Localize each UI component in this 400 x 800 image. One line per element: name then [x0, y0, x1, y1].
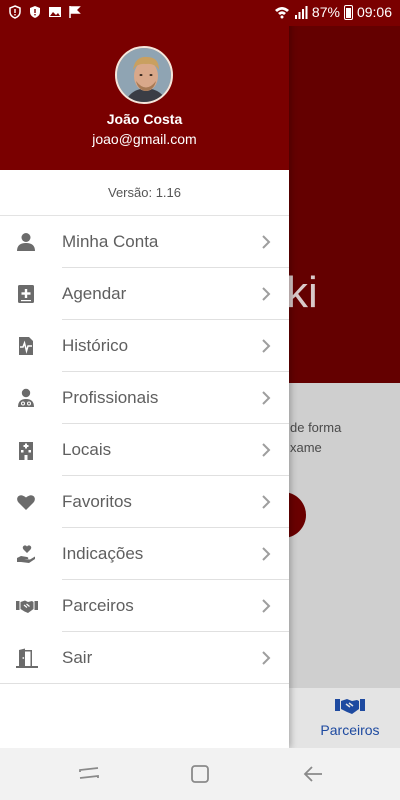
menu-item-label: Sair	[62, 648, 93, 667]
handshake-icon	[16, 600, 38, 613]
bottom-nav-label: Parceiros	[320, 722, 380, 738]
status-bar: 87% 09:06	[0, 0, 400, 26]
navigation-drawer: João Costa joao@gmail.com Versão: 1.16 M…	[0, 0, 289, 748]
chevron-right-icon	[262, 443, 271, 457]
menu-item-label: Indicações	[62, 544, 144, 563]
chevron-right-icon	[262, 495, 271, 509]
menu-item-minha-conta[interactable]: Minha Conta	[0, 216, 289, 268]
doctor-icon	[18, 388, 34, 407]
hospital-building-icon	[19, 442, 33, 460]
chevron-right-icon	[262, 235, 271, 249]
bottom-nav-item-parceiros[interactable]: Parceiros	[310, 692, 390, 746]
chevron-right-icon	[262, 599, 271, 613]
background-description: de forma xame	[290, 418, 400, 458]
menu-item-label: Parceiros	[62, 596, 134, 615]
back-icon[interactable]	[302, 764, 324, 784]
status-right: 87% 09:06	[274, 4, 392, 20]
heart-icon	[17, 495, 35, 510]
menu-item-label: Histórico	[62, 336, 129, 355]
drawer-menu: Minha Conta Agendar Histórico Profission…	[0, 216, 289, 684]
battery-icon	[343, 4, 353, 20]
app-version: Versão: 1.16	[108, 185, 181, 200]
clock: 09:06	[356, 4, 392, 20]
chevron-right-icon	[262, 651, 271, 665]
exit-door-icon	[16, 648, 38, 668]
menu-item-sair[interactable]: Sair	[0, 632, 289, 684]
menu-item-parceiros[interactable]: Parceiros	[0, 580, 289, 632]
alert-shield-icon	[30, 6, 40, 18]
wifi-icon	[274, 6, 289, 18]
menu-item-label: Locais	[62, 440, 112, 459]
handshake-icon	[335, 699, 365, 714]
menu-item-label: Minha Conta	[62, 232, 159, 251]
chevron-right-icon	[262, 339, 271, 353]
chevron-right-icon	[262, 287, 271, 301]
menu-item-historico[interactable]: Histórico	[0, 320, 289, 372]
background-text-line-1: de forma	[290, 420, 342, 435]
menu-item-locais[interactable]: Locais	[0, 424, 289, 476]
calendar-plus-icon	[18, 285, 34, 303]
menu-item-agendar[interactable]: Agendar	[0, 268, 289, 320]
avatar[interactable]	[115, 46, 173, 104]
menu-item-favoritos[interactable]: Favoritos	[0, 476, 289, 528]
heart-hand-icon	[17, 545, 35, 563]
alert-shield-icon	[9, 5, 21, 19]
menu-item-profissionais[interactable]: Profissionais	[0, 372, 289, 424]
menu-item-indicacoes[interactable]: Indicações	[0, 528, 289, 580]
home-icon[interactable]	[189, 764, 211, 784]
notification-icons	[8, 5, 82, 19]
signal-icon	[294, 5, 308, 19]
medical-file-icon	[19, 337, 33, 355]
image-icon	[49, 7, 61, 17]
avatar-photo	[117, 48, 171, 102]
flag-icon	[69, 6, 81, 18]
chevron-right-icon	[262, 547, 271, 561]
user-name: João Costa	[106, 111, 183, 127]
background-text-line-2: xame	[290, 440, 322, 455]
divider	[0, 683, 289, 684]
background-title: ki	[286, 268, 318, 317]
recent-apps-icon[interactable]	[78, 764, 100, 784]
menu-item-label: Favoritos	[62, 492, 132, 511]
system-navigation-bar	[0, 748, 400, 800]
person-icon	[17, 233, 35, 251]
user-email: joao@gmail.com	[92, 131, 197, 147]
menu-item-label: Profissionais	[62, 388, 159, 407]
chevron-right-icon	[262, 391, 271, 405]
menu-item-label: Agendar	[62, 284, 127, 303]
battery-percentage: 87%	[311, 4, 340, 20]
